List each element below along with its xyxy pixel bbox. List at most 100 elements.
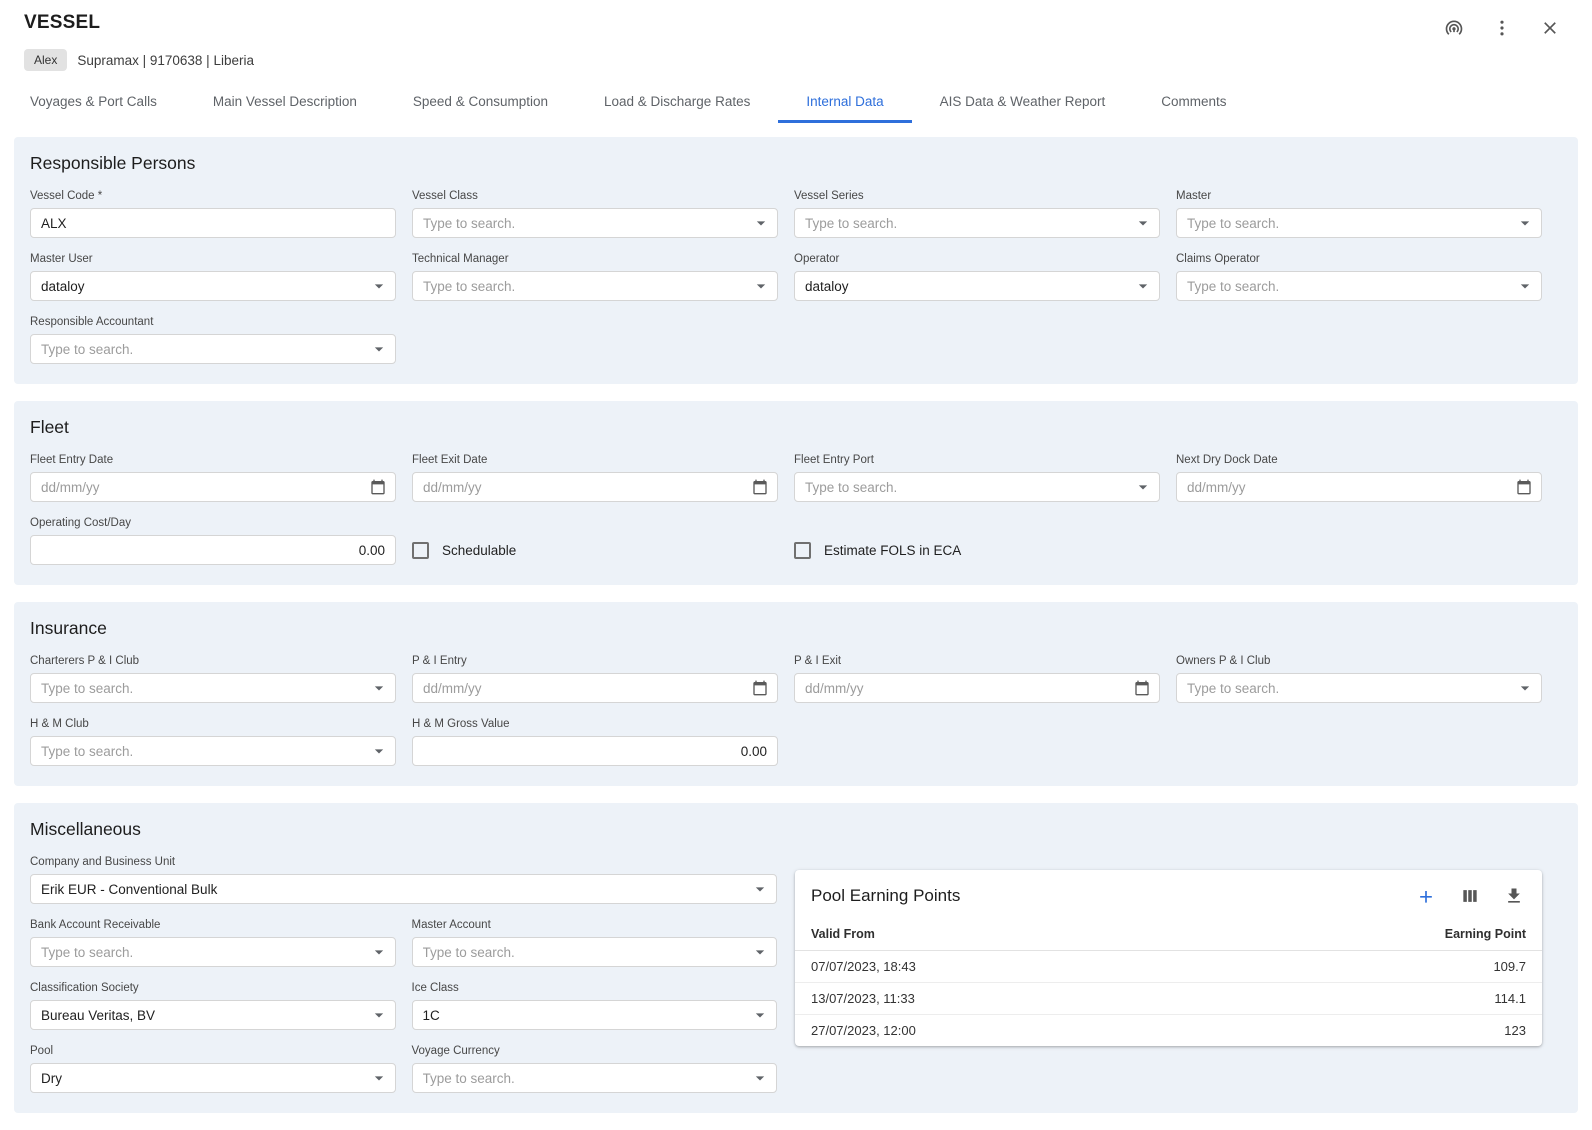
broadcast-icon[interactable] <box>1442 16 1466 40</box>
chevron-down-icon <box>1133 276 1153 296</box>
operator-select[interactable]: dataloy <box>794 271 1160 301</box>
section-insurance: Insurance Charterers P & I Club Type to … <box>14 602 1578 786</box>
company-business-unit-select[interactable]: Erik EUR - Conventional Bulk <box>30 874 777 904</box>
vessel-class-select[interactable]: Type to search. <box>412 208 778 238</box>
chevron-down-icon <box>1515 213 1535 233</box>
hm-club-placeholder: Type to search. <box>41 744 369 759</box>
classification-society-select[interactable]: Bureau Veritas, BV <box>30 1000 396 1030</box>
fleet-exit-date-placeholder: dd/mm/yy <box>423 480 752 495</box>
vessel-class-placeholder: Type to search. <box>423 216 751 231</box>
chevron-down-icon <box>369 741 389 761</box>
pi-exit-label: P & I Exit <box>794 655 1160 668</box>
claims-operator-select[interactable]: Type to search. <box>1176 271 1542 301</box>
pi-exit-field: P & I Exit dd/mm/yy <box>794 655 1160 703</box>
master-account-label: Master Account <box>412 919 778 932</box>
tab-internal-data[interactable]: Internal Data <box>778 83 911 123</box>
pool-earning-points-title: Pool Earning Points <box>811 886 960 906</box>
tab-load-discharge-rates[interactable]: Load & Discharge Rates <box>576 83 778 123</box>
vessel-code-input[interactable] <box>30 208 396 238</box>
pi-entry-label: P & I Entry <box>412 655 778 668</box>
close-icon[interactable] <box>1538 16 1562 40</box>
charterers-pi-club-select[interactable]: Type to search. <box>30 673 396 703</box>
hm-club-label: H & M Club <box>30 718 396 731</box>
master-user-select[interactable]: dataloy <box>30 271 396 301</box>
classification-society-label: Classification Society <box>30 982 396 995</box>
calendar-icon <box>370 479 386 495</box>
download-icon[interactable] <box>1502 884 1526 908</box>
table-row[interactable]: 07/07/2023, 18:43 109.7 <box>795 951 1542 983</box>
table-header-row: Valid From Earning Point <box>795 918 1542 951</box>
estimate-fols-checkbox[interactable] <box>794 542 811 559</box>
vessel-series-select[interactable]: Type to search. <box>794 208 1160 238</box>
chevron-down-icon <box>751 276 771 296</box>
owners-pi-club-select[interactable]: Type to search. <box>1176 673 1542 703</box>
chevron-down-icon <box>750 942 770 962</box>
chevron-down-icon <box>369 276 389 296</box>
bank-account-receivable-placeholder: Type to search. <box>41 945 369 960</box>
fleet-entry-port-placeholder: Type to search. <box>805 480 1133 495</box>
vessel-series-field: Vessel Series Type to search. <box>794 190 1160 238</box>
pi-exit-date-input[interactable]: dd/mm/yy <box>794 673 1160 703</box>
owners-pi-club-field: Owners P & I Club Type to search. <box>1176 655 1542 703</box>
claims-operator-label: Claims Operator <box>1176 253 1542 266</box>
bank-account-receivable-select[interactable]: Type to search. <box>30 937 396 967</box>
pi-entry-placeholder: dd/mm/yy <box>423 681 752 696</box>
ice-class-label: Ice Class <box>412 982 778 995</box>
responsible-accountant-select[interactable]: Type to search. <box>30 334 396 364</box>
section-miscellaneous: Miscellaneous Company and Business Unit … <box>14 803 1578 1113</box>
calendar-icon <box>752 680 768 696</box>
chevron-down-icon <box>1133 477 1153 497</box>
responsible-accountant-placeholder: Type to search. <box>41 342 369 357</box>
hm-gross-value-input[interactable] <box>412 736 778 766</box>
voyage-currency-field: Voyage Currency Type to search. <box>412 1045 778 1093</box>
technical-manager-select[interactable]: Type to search. <box>412 271 778 301</box>
hm-club-select[interactable]: Type to search. <box>30 736 396 766</box>
ice-class-select[interactable]: 1C <box>412 1000 778 1030</box>
internal-data-panel: Responsible Persons Vessel Code * Vessel… <box>0 123 1592 1113</box>
fleet-exit-date-input[interactable]: dd/mm/yy <box>412 472 778 502</box>
next-dry-dock-date-label: Next Dry Dock Date <box>1176 454 1542 467</box>
tab-comments[interactable]: Comments <box>1133 83 1254 123</box>
owners-pi-club-label: Owners P & I Club <box>1176 655 1542 668</box>
fleet-exit-date-field: Fleet Exit Date dd/mm/yy <box>412 454 778 502</box>
fleet-entry-date-placeholder: dd/mm/yy <box>41 480 370 495</box>
fleet-entry-port-select[interactable]: Type to search. <box>794 472 1160 502</box>
table-row[interactable]: 27/07/2023, 12:00 123 <box>795 1015 1542 1047</box>
schedulable-checkbox[interactable] <box>412 542 429 559</box>
kebab-menu-icon[interactable] <box>1490 16 1514 40</box>
company-business-unit-field: Company and Business Unit Erik EUR - Con… <box>30 856 777 904</box>
charterers-pi-club-placeholder: Type to search. <box>41 681 369 696</box>
hm-club-field: H & M Club Type to search. <box>30 718 396 766</box>
classification-society-field: Classification Society Bureau Veritas, B… <box>30 982 396 1030</box>
vessel-summary: Alex Supramax | 9170638 | Liberia <box>24 49 1570 71</box>
chevron-down-icon <box>369 678 389 698</box>
next-dry-dock-date-input[interactable]: dd/mm/yy <box>1176 472 1542 502</box>
section-fleet: Fleet Fleet Entry Date dd/mm/yy Fleet Ex… <box>14 401 1578 585</box>
tab-speed-consumption[interactable]: Speed & Consumption <box>385 83 576 123</box>
earning-point-cell: 114.1 <box>1204 983 1542 1015</box>
tab-ais-data-weather-report[interactable]: AIS Data & Weather Report <box>912 83 1134 123</box>
pool-select[interactable]: Dry <box>30 1063 396 1093</box>
view-columns-icon[interactable] <box>1458 884 1482 908</box>
pi-entry-date-input[interactable]: dd/mm/yy <box>412 673 778 703</box>
tab-voyages-port-calls[interactable]: Voyages & Port Calls <box>2 83 185 123</box>
master-placeholder: Type to search. <box>1187 216 1515 231</box>
operating-cost-day-input[interactable] <box>30 535 396 565</box>
earning-point-header: Earning Point <box>1204 918 1542 951</box>
master-account-select[interactable]: Type to search. <box>412 937 778 967</box>
chevron-down-icon <box>369 339 389 359</box>
miscellaneous-title: Miscellaneous <box>30 819 1542 840</box>
company-business-unit-value: Erik EUR - Conventional Bulk <box>41 882 750 897</box>
fleet-entry-date-input[interactable]: dd/mm/yy <box>30 472 396 502</box>
master-select[interactable]: Type to search. <box>1176 208 1542 238</box>
add-icon[interactable] <box>1414 884 1438 908</box>
bank-account-receivable-field: Bank Account Receivable Type to search. <box>30 919 396 967</box>
table-row[interactable]: 13/07/2023, 11:33 114.1 <box>795 983 1542 1015</box>
voyage-currency-select[interactable]: Type to search. <box>412 1063 778 1093</box>
claims-operator-field: Claims Operator Type to search. <box>1176 253 1542 301</box>
tab-main-vessel-description[interactable]: Main Vessel Description <box>185 83 385 123</box>
owners-pi-club-placeholder: Type to search. <box>1187 681 1515 696</box>
estimate-fols-label: Estimate FOLS in ECA <box>824 543 961 558</box>
chevron-down-icon <box>1133 213 1153 233</box>
pool-earning-points-table: Valid From Earning Point 07/07/2023, 18:… <box>795 918 1542 1046</box>
